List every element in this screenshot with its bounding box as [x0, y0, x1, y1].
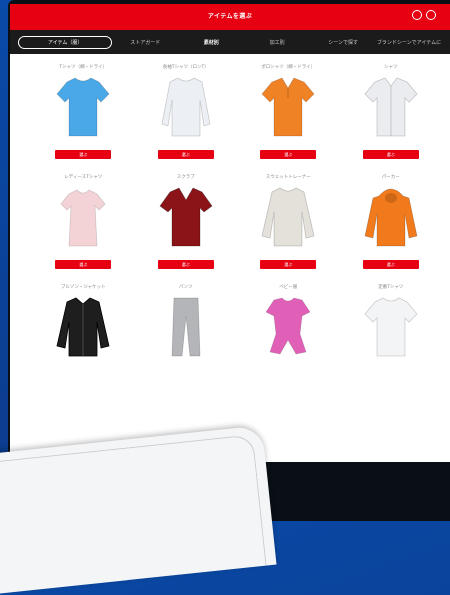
nav-item-material[interactable]: 素材別 — [178, 39, 244, 46]
tshirt-garment-icon — [56, 77, 110, 137]
jacket-garment-icon — [56, 297, 110, 357]
nav-item-processing[interactable]: 加工別 — [244, 39, 310, 46]
hoodie-garment-icon — [364, 188, 418, 247]
select-button[interactable]: 選ぶ — [157, 260, 214, 269]
product-image[interactable] — [47, 294, 119, 362]
product-name: ブルゾン・ジャケット — [60, 285, 106, 290]
product-image[interactable] — [47, 184, 119, 252]
product-card[interactable]: Tシャツ（綿・ドライ） 選ぶ — [40, 64, 127, 174]
product-image[interactable] — [355, 184, 427, 252]
header-icons — [412, 10, 436, 20]
product-name: レディースTシャツ — [64, 175, 103, 180]
nav-item-brand[interactable]: ブランドシーンでアイテムに — [376, 39, 442, 46]
select-button[interactable]: 選ぶ — [55, 260, 112, 269]
product-name: パーカー — [381, 175, 400, 180]
account-icon[interactable] — [426, 10, 436, 20]
product-name: 定番Tシャツ — [378, 285, 404, 290]
product-card[interactable]: シャツ 選ぶ — [348, 64, 435, 174]
longsleeve-garment-icon — [161, 77, 211, 137]
pants-garment-icon — [171, 297, 201, 357]
page-title: アイテムを選ぶ — [207, 13, 253, 20]
nav-item-scene[interactable]: シーンで探す — [310, 39, 376, 46]
product-image[interactable] — [150, 74, 222, 142]
product-card[interactable]: 定番Tシャツ — [348, 284, 435, 362]
product-image[interactable] — [355, 74, 427, 142]
ladies-garment-icon — [60, 189, 106, 247]
product-card[interactable]: 長袖Tシャツ（ロンT） 選ぶ — [143, 64, 230, 174]
product-name: スウェットトレーナー — [265, 175, 311, 180]
product-name: シャツ — [384, 65, 398, 70]
product-image[interactable] — [150, 184, 222, 252]
product-name: スクラブ — [176, 175, 195, 180]
product-grid: Tシャツ（綿・ドライ） 選ぶ 長袖Tシャツ（ロンT） 選ぶ ポロシャツ（綿・ドライ） 選ぶ… — [10, 54, 450, 362]
product-card[interactable]: パーカー 選ぶ — [348, 174, 435, 284]
product-card[interactable]: スクラブ 選ぶ — [143, 174, 230, 284]
product-name: ポロシャツ（綿・ドライ） — [261, 65, 316, 70]
product-card[interactable]: パンツ — [143, 284, 230, 362]
nav-item-items[interactable]: アイテム（服） — [18, 35, 113, 49]
select-button[interactable]: 選ぶ — [362, 150, 419, 159]
second-tablet-corner — [0, 425, 277, 595]
product-card[interactable]: ポロシャツ（綿・ドライ） 選ぶ — [245, 64, 332, 174]
polo-garment-icon — [261, 77, 315, 137]
select-button[interactable]: 選ぶ — [260, 150, 317, 159]
product-name: ベビー服 — [279, 285, 298, 290]
product-name: 長袖Tシャツ（ロンT） — [162, 65, 209, 70]
select-button[interactable]: 選ぶ — [362, 260, 419, 269]
select-button[interactable]: 選ぶ — [157, 150, 214, 159]
product-image[interactable] — [355, 294, 427, 362]
nav-item-store[interactable]: ストアガード — [112, 39, 178, 46]
sweat-garment-icon — [261, 187, 315, 247]
product-image[interactable] — [252, 294, 324, 362]
search-icon[interactable] — [412, 10, 422, 20]
product-card[interactable]: ベビー服 — [245, 284, 332, 362]
scrub-garment-icon — [159, 187, 213, 247]
product-name: パンツ — [178, 285, 193, 290]
category-nav: アイテム（服） ストアガード 素材別 加工別 シーンで探す ブランドシーンでアイ… — [10, 30, 450, 54]
select-button[interactable]: 選ぶ — [260, 260, 317, 269]
tshirt-garment-icon — [364, 297, 418, 357]
product-image[interactable] — [252, 74, 324, 142]
product-image[interactable] — [150, 294, 222, 362]
product-image[interactable] — [252, 184, 324, 252]
product-card[interactable]: ブルゾン・ジャケット — [40, 284, 127, 362]
product-card[interactable]: スウェットトレーナー選ぶ — [245, 174, 332, 284]
product-card[interactable]: レディースTシャツ選ぶ — [40, 174, 127, 284]
baby-garment-icon — [265, 297, 311, 355]
app-screen: アイテムを選ぶ アイテム（服） ストアガード 素材別 加工別 シーンで探す ブラ… — [10, 4, 450, 462]
select-button[interactable]: 選ぶ — [55, 150, 112, 159]
app-header: アイテムを選ぶ — [10, 4, 450, 30]
product-image[interactable] — [47, 74, 119, 142]
shirt-garment-icon — [364, 77, 418, 137]
product-name: Tシャツ（綿・ドライ） — [59, 65, 108, 70]
